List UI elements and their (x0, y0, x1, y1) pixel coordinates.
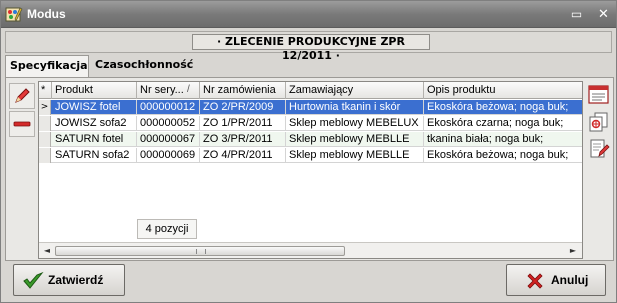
cell-nr-zamowienia: ZO 1/PR/2011 (200, 116, 286, 131)
cell-zamawiajacy: Sklep meblowy MEBELUX (286, 116, 424, 131)
cell-nr-serii: 000000069 (137, 148, 200, 163)
remove-minus-icon (13, 121, 31, 127)
tab-czasochlonnosc[interactable]: Czasochłonność (91, 55, 193, 77)
minimize-icon[interactable]: ▭ (569, 7, 584, 22)
row-indicator-icon (39, 148, 51, 163)
cell-nr-serii: 000000012 (137, 100, 200, 115)
col-header-nr-serii-label: Nr sery... (140, 84, 184, 96)
cell-nr-zamowienia: ZO 3/PR/2011 (200, 132, 286, 147)
scroll-right-icon[interactable]: ► (567, 245, 579, 257)
row-indicator-icon (39, 132, 51, 147)
row-indicator-icon (39, 116, 51, 131)
cell-produkt: SATURN sofa2 (52, 148, 137, 163)
cell-opis: Ekoskóra beżowa; noga buk; (427, 149, 569, 161)
form-view-icon (588, 85, 609, 104)
confirm-button-label: Zatwierdź (48, 273, 104, 287)
cell-zamawiajacy: Sklep meblowy MEBLLE (286, 132, 424, 147)
spec-grid: * Produkt Nr sery... / Nr zamówienia Zam… (38, 81, 583, 259)
cell-produkt: JOWISZ sofa2 (52, 116, 137, 131)
cell-opis: tkanina biała; noga buk; (427, 133, 544, 145)
table-row[interactable]: > JOWISZ fotel 000000012 ZO 2/PR/2009 Hu… (39, 100, 582, 115)
cell-opis: Ekoskóra beżowa; noga buk; (427, 101, 569, 113)
row-count-summary: 4 pozycji (137, 219, 197, 239)
grid-header: * Produkt Nr sery... / Nr zamówienia Zam… (39, 82, 582, 99)
cell-produkt: JOWISZ fotel (52, 100, 137, 115)
col-header-produkt[interactable]: Produkt (52, 82, 137, 99)
confirm-button[interactable]: Zatwierdź (13, 264, 125, 296)
cell-nr-zamowienia: ZO 4/PR/2011 (200, 148, 286, 163)
tab-panel: * Produkt Nr sery... / Nr zamówienia Zam… (5, 77, 614, 261)
copy-documents-icon (589, 112, 608, 132)
caption-bar: · ZLECENIE PRODUKCYJNE ZPR 12/2011 · (5, 31, 612, 62)
cancel-button-label: Anuluj (551, 273, 589, 287)
table-row[interactable]: SATURN sofa2 000000069 ZO 4/PR/2011 Skle… (39, 148, 582, 163)
tab-specyfikacja[interactable]: Specyfikacja (5, 55, 89, 78)
cell-zamawiajacy: Hurtownia tkanin i skór (286, 100, 424, 115)
checkmark-icon (23, 271, 44, 289)
copy-button[interactable] (587, 111, 611, 135)
app-palette-icon (5, 6, 23, 23)
left-toolbar (9, 81, 37, 259)
scroll-thumb[interactable] (55, 246, 345, 256)
cell-nr-serii: 000000067 (137, 132, 200, 147)
right-toolbar (587, 84, 613, 184)
cell-zamawiajacy: Sklep meblowy MEBLLE (286, 148, 424, 163)
scroll-left-icon[interactable]: ◄ (41, 245, 53, 257)
indicator-header: * (39, 82, 52, 99)
window-title: Modus (27, 7, 66, 21)
title-bar: Modus ▭ ✕ (1, 1, 616, 28)
col-header-nr-serii[interactable]: Nr sery... / (137, 82, 200, 99)
cancel-button[interactable]: Anuluj (506, 264, 606, 296)
col-header-zamawiajacy[interactable]: Zamawiający (286, 82, 424, 99)
cell-nr-zamowienia: ZO 2/PR/2009 (200, 100, 286, 115)
col-header-opis[interactable]: Opis produktu (424, 82, 582, 99)
pencil-edit-icon (15, 88, 30, 103)
form-view-button[interactable] (587, 84, 611, 108)
col-header-nr-zamowienia[interactable]: Nr zamówienia (200, 82, 286, 99)
modus-window: Modus ▭ ✕ · ZLECENIE PRODUKCYJNE ZPR 12/… (0, 0, 617, 303)
cell-produkt: SATURN fotel (52, 132, 137, 147)
row-indicator-icon: > (39, 100, 51, 115)
remove-button[interactable] (9, 111, 35, 137)
edit-button[interactable] (9, 83, 35, 109)
cell-opis: Ekoskóra czarna; noga buk; (427, 117, 564, 129)
horizontal-scrollbar[interactable]: ◄ ► (39, 242, 582, 258)
cell-nr-serii: 000000052 (137, 116, 200, 131)
order-caption: · ZLECENIE PRODUKCYJNE ZPR 12/2011 · (192, 34, 430, 62)
table-row[interactable]: SATURN fotel 000000067 ZO 3/PR/2011 Skle… (39, 132, 582, 147)
cancel-x-icon (527, 273, 543, 289)
close-icon[interactable]: ✕ (596, 7, 611, 22)
sort-indicator-icon: / (187, 84, 190, 95)
edit-document-button[interactable] (587, 138, 611, 162)
table-row[interactable]: JOWISZ sofa2 000000052 ZO 1/PR/2011 Skle… (39, 116, 582, 131)
scroll-grip-icon (196, 249, 206, 254)
edit-document-icon (590, 139, 610, 158)
